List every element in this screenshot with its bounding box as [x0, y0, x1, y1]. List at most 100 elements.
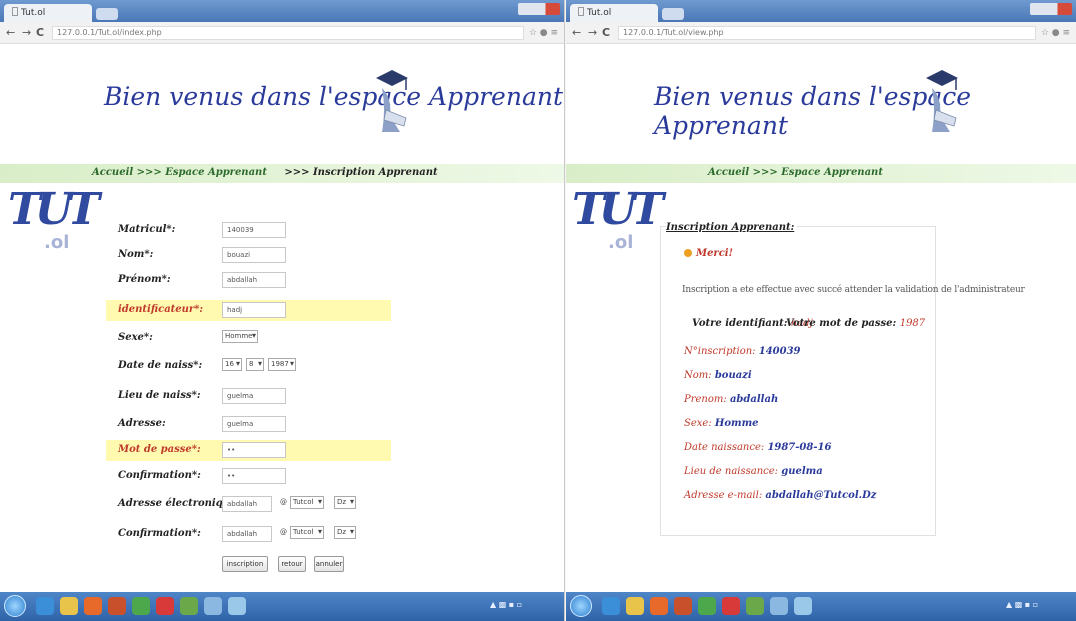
page-title: Bien venus dans l'espace Apprenant — [104, 82, 563, 111]
form-row-identificateur: identificateur*: hadj — [106, 300, 391, 321]
graduate-logo-icon — [376, 70, 408, 132]
forward-arrow-icon[interactable]: → — [588, 26, 597, 39]
chrome-icon[interactable] — [698, 597, 716, 615]
merci-text: Merci! — [696, 248, 733, 259]
tut-logo: TUT .ol — [8, 184, 100, 253]
tut-logo: TUT .ol — [572, 184, 664, 253]
email-ext-select[interactable]: Dz — [334, 496, 356, 509]
lieu-naiss-input[interactable]: guelma — [222, 388, 286, 404]
detail-prenom: Prenom: abdallah — [684, 394, 779, 405]
email-confirm-ext-select[interactable]: Dz — [334, 526, 356, 539]
browser-tab[interactable]: Tut.ol — [4, 4, 92, 22]
reload-icon[interactable]: C — [602, 26, 610, 39]
media-icon[interactable] — [84, 597, 102, 615]
form-row-lieu-naiss: Lieu de naiss*: guelma — [106, 386, 391, 407]
email-confirm-input[interactable]: abdallah — [222, 526, 272, 542]
graduate-logo-icon — [926, 70, 958, 132]
annuler-button[interactable]: annuler — [314, 556, 344, 572]
matricule-input[interactable]: 140039 — [222, 222, 286, 238]
detail-sexe: Sexe: Homme — [684, 418, 759, 429]
password-input[interactable]: •• — [222, 442, 286, 458]
password-value: 1987 — [899, 318, 926, 329]
address-bar: ← → C 127.0.0.1/Tut.ol/index.php ☆ ● ≡ — [0, 22, 564, 44]
form-row-sexe: Sexe*: Homme — [106, 328, 391, 349]
form-row-nom: Nom*: bouazi — [106, 245, 391, 266]
browser-tab[interactable]: Tut.ol — [570, 4, 658, 22]
success-message: Inscription a ete effectue avec succé at… — [682, 285, 1025, 295]
day-select[interactable]: 16 — [222, 358, 242, 371]
month-select[interactable]: 8 — [246, 358, 264, 371]
warning-icon — [684, 249, 692, 257]
ie-icon[interactable] — [36, 597, 54, 615]
breadcrumb-home-link[interactable]: Accueil — [708, 167, 749, 178]
breadcrumb-home-link[interactable]: Accueil — [92, 167, 133, 178]
detail-inscription: N°inscription: 140039 — [684, 346, 801, 357]
ie-icon[interactable] — [602, 597, 620, 615]
adresse-input[interactable]: guelma — [222, 416, 286, 432]
start-button[interactable] — [570, 595, 592, 617]
password-confirm-input[interactable]: •• — [222, 468, 286, 484]
address-bar: ← → C 127.0.0.1/Tut.ol/view.php ☆ ● ≡ — [566, 22, 1076, 44]
app-icon[interactable] — [746, 597, 764, 615]
system-tray[interactable]: ▲ ▩ ▪ ▫ — [490, 600, 522, 609]
back-arrow-icon[interactable]: ← — [6, 26, 15, 39]
sexe-select[interactable]: Homme — [222, 330, 258, 343]
year-select[interactable]: 1987 — [268, 358, 296, 371]
breadcrumb-current: Inscription Apprenant — [313, 167, 438, 178]
retour-button[interactable]: retour — [278, 556, 306, 572]
breadcrumb-espace-link[interactable]: Espace Apprenant — [165, 167, 267, 178]
breadcrumb-espace-link[interactable]: Espace Apprenant — [781, 167, 883, 178]
nom-input[interactable]: bouazi — [222, 247, 286, 263]
tab-strip: Tut.ol — [566, 0, 1076, 22]
detail-email: Adresse e-mail: abdallah@Tutcol.Dz — [684, 490, 877, 501]
chrome-icon[interactable] — [132, 597, 150, 615]
url-field[interactable]: 127.0.0.1/Tut.ol/view.php — [618, 26, 1036, 40]
email-input[interactable]: abdallah — [222, 496, 272, 512]
form-row-adresse: Adresse: guelma — [106, 414, 391, 435]
new-tab-button[interactable] — [96, 8, 118, 20]
window-controls[interactable] — [518, 3, 560, 15]
folder-icon[interactable] — [60, 597, 78, 615]
opera-icon[interactable] — [156, 597, 174, 615]
star-icon[interactable]: ☆ ● ≡ — [1041, 28, 1070, 38]
new-tab-button[interactable] — [662, 8, 684, 20]
start-button[interactable] — [4, 595, 26, 617]
paint-icon[interactable] — [204, 597, 222, 615]
firefox-icon[interactable] — [108, 597, 126, 615]
network-icon[interactable] — [228, 597, 246, 615]
reload-icon[interactable]: C — [36, 26, 44, 39]
identificateur-input[interactable]: hadj — [222, 302, 286, 318]
prenom-input[interactable]: abdallah — [222, 272, 286, 288]
network-icon[interactable] — [794, 597, 812, 615]
star-icon[interactable]: ☆ ● ≡ — [529, 28, 558, 38]
tab-strip: Tut.ol — [0, 0, 564, 22]
email-confirm-domain-select[interactable]: Tutcol — [290, 526, 324, 539]
app-icon[interactable] — [180, 597, 198, 615]
inscription-button[interactable]: inscription — [222, 556, 268, 572]
firefox-icon[interactable] — [674, 597, 692, 615]
folder-icon[interactable] — [626, 597, 644, 615]
form-row-date-naiss: Date de naiss*: 16 8 1987 — [106, 356, 391, 377]
forward-arrow-icon[interactable]: → — [22, 26, 31, 39]
taskbar: ▲ ▩ ▪ ▫ — [0, 592, 564, 621]
panel-title: Inscription Apprenant: — [666, 222, 798, 233]
media-icon[interactable] — [650, 597, 668, 615]
taskbar: ▲ ▩ ▪ ▫ — [566, 592, 1076, 621]
password-line: Votre mot de passe: 1987 — [786, 318, 926, 329]
left-browser-window: Tut.ol ← → C 127.0.0.1/Tut.ol/index.php … — [0, 0, 565, 621]
page-title: Bien venus dans l'espace Apprenant — [654, 82, 972, 140]
detail-nom: Nom: bouazi — [684, 370, 752, 381]
window-controls[interactable] — [1030, 3, 1072, 15]
back-arrow-icon[interactable]: ← — [572, 26, 581, 39]
page-icon — [12, 7, 18, 16]
system-tray[interactable]: ▲ ▩ ▪ ▫ — [1006, 600, 1038, 609]
breadcrumb: Accueil >>> Espace Apprenant — [566, 164, 1076, 183]
page-icon — [578, 7, 584, 16]
url-field[interactable]: 127.0.0.1/Tut.ol/index.php — [52, 26, 524, 40]
form-row-matricule: Matricul*: 140039 — [106, 220, 391, 241]
paint-icon[interactable] — [770, 597, 788, 615]
email-domain-select[interactable]: Tutcol — [290, 496, 324, 509]
opera-icon[interactable] — [722, 597, 740, 615]
form-row-mot-de-passe: Mot de passe*: •• — [106, 440, 391, 461]
detail-lieu-naissance: Lieu de naissance: guelma — [684, 466, 823, 477]
